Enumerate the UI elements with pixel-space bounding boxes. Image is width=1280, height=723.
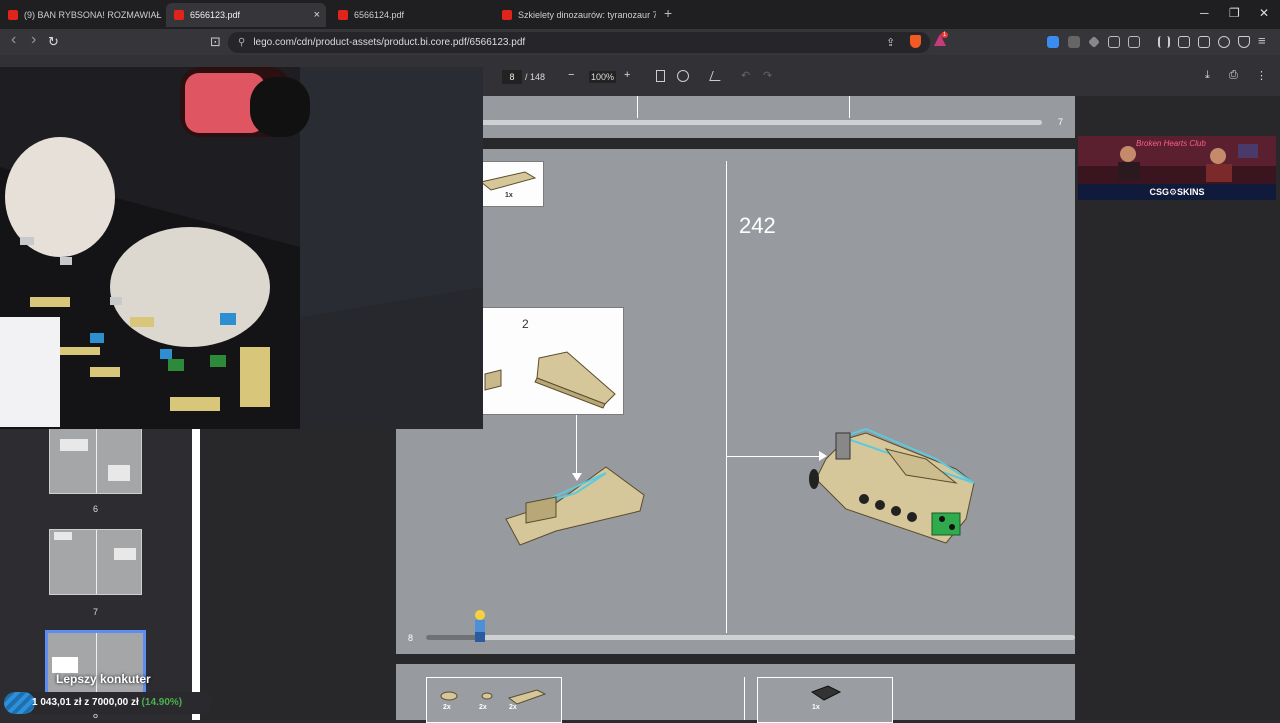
extension-icon[interactable] bbox=[1068, 36, 1080, 48]
lego-icon bbox=[174, 10, 184, 20]
url-bar[interactable]: ⚲ lego.com/cdn/product-assets/product.bi… bbox=[228, 32, 930, 53]
assembly-main-image bbox=[809, 427, 975, 544]
assembly-sub-image bbox=[505, 466, 645, 546]
pdf-page-8: 1x 242 2 8 bbox=[396, 149, 1075, 654]
extension-icon[interactable] bbox=[1128, 36, 1140, 48]
part-count: 1x bbox=[812, 704, 820, 711]
thumbnail-page-6[interactable] bbox=[49, 428, 142, 494]
wallet-icon[interactable] bbox=[1198, 36, 1210, 48]
rotate-icon[interactable] bbox=[677, 70, 689, 82]
thumbnail-label: 6 bbox=[92, 504, 98, 514]
page-progress-bar bbox=[426, 120, 1042, 125]
page-number-input[interactable]: 8 bbox=[502, 70, 522, 84]
lego-icon bbox=[502, 10, 512, 20]
donation-amount: 1 043,01 zł bbox=[32, 697, 82, 708]
extension-icon[interactable] bbox=[1088, 36, 1100, 48]
ad-brand: CSG⚙SKINS bbox=[1149, 186, 1205, 197]
donation-progress-fill bbox=[4, 692, 35, 714]
webcam-image bbox=[0, 67, 483, 429]
sponsor-ad[interactable]: Broken Hearts Club CSG⚙SKINS bbox=[1078, 136, 1276, 200]
tab-title: 6566124.pdf bbox=[354, 10, 405, 20]
parts-callout: 2x 2x 2x bbox=[426, 677, 562, 723]
webcam-overlay bbox=[0, 67, 483, 429]
donation-title: Lepszy konkuter bbox=[56, 672, 151, 686]
tab-title: 6566123.pdf bbox=[190, 10, 241, 20]
music-icon[interactable] bbox=[1158, 36, 1170, 48]
donation-goal-bar: 1 043,01 zł z 7000,00 zł (14.90%) bbox=[4, 692, 212, 714]
tab-title: (9) BAN RYBSONA! ROZMAWIAŁ Z D bbox=[24, 10, 164, 20]
tab-youtube[interactable]: (9) BAN RYBSONA! ROZMAWIAŁ Z D bbox=[0, 3, 164, 27]
minifigure-image bbox=[475, 610, 485, 642]
youtube-icon bbox=[8, 10, 18, 20]
parts-count: 1x bbox=[505, 192, 513, 199]
tan-plate-part bbox=[479, 171, 537, 191]
back-button[interactable]: ‹ bbox=[11, 31, 16, 49]
substep-box: 2 bbox=[476, 307, 624, 415]
tab-bar: (9) BAN RYBSONA! ROZMAWIAŁ Z D 6566123.p… bbox=[0, 0, 1280, 29]
close-window-button[interactable]: ✕ bbox=[1259, 6, 1269, 20]
step-number: 242 bbox=[739, 213, 776, 238]
tab-dinosaur[interactable]: Szkielety dinozaurów: tyranozaur 769 bbox=[494, 3, 656, 27]
thumbnail-page-7[interactable] bbox=[49, 529, 142, 595]
lego-icon bbox=[338, 10, 348, 20]
reload-button[interactable]: ↻ bbox=[48, 34, 59, 50]
page-number: 8 bbox=[408, 633, 414, 643]
substep-part-image bbox=[484, 351, 616, 409]
zoom-out-button[interactable]: − bbox=[568, 69, 574, 81]
part-count: 2x bbox=[509, 704, 517, 711]
page-progress-bar bbox=[426, 635, 1075, 640]
ad-banner: CSG⚙SKINS bbox=[1078, 184, 1276, 200]
bookmark-icon[interactable]: ⊡ bbox=[210, 34, 221, 50]
page-number: 7 bbox=[1058, 117, 1064, 127]
puzzle-icon[interactable] bbox=[1108, 36, 1120, 48]
zoom-level[interactable]: 100% bbox=[589, 71, 617, 83]
dark-plate-part bbox=[810, 685, 842, 701]
brave-shield-icon[interactable] bbox=[910, 35, 921, 48]
maximize-button[interactable]: ❐ bbox=[1229, 6, 1240, 20]
zoom-in-button[interactable]: + bbox=[624, 69, 630, 81]
thumbnail-label: 7 bbox=[92, 607, 98, 617]
tab-pdf-6566123[interactable]: 6566123.pdf × bbox=[166, 3, 326, 27]
tab-pdf-6566124[interactable]: 6566124.pdf bbox=[330, 3, 490, 27]
site-info-icon[interactable]: ⚲ bbox=[238, 37, 245, 48]
sidebar-icon[interactable] bbox=[1178, 36, 1190, 48]
donation-text: 1 043,01 zł z 7000,00 zł (14.90%) bbox=[32, 697, 182, 708]
translate-extension-icon[interactable] bbox=[1047, 36, 1059, 48]
menu-icon[interactable]: ≡ bbox=[1258, 33, 1266, 48]
donation-goal: 7000,00 zł bbox=[92, 697, 139, 708]
ad-sign: Broken Hearts Club bbox=[1136, 139, 1206, 148]
part-count: 2x bbox=[479, 704, 487, 711]
pdf-page-7: 7 bbox=[396, 96, 1075, 138]
new-tab-button[interactable]: + bbox=[664, 5, 672, 21]
redo-button[interactable]: ↷ bbox=[763, 69, 772, 82]
notification-badge: 1 bbox=[941, 32, 949, 38]
forward-button[interactable]: › bbox=[31, 31, 36, 49]
donation-percent: (14.90%) bbox=[141, 697, 183, 708]
donation-of: z bbox=[84, 697, 90, 708]
close-tab-icon[interactable]: × bbox=[314, 9, 320, 21]
leo-ai-icon[interactable] bbox=[1218, 36, 1230, 48]
minimize-button[interactable]: ─ bbox=[1200, 6, 1209, 20]
address-toolbar: ‹ › ↻ ⊡ ⚲ lego.com/cdn/product-assets/pr… bbox=[0, 29, 1280, 55]
more-options-button[interactable]: ⋮ bbox=[1256, 69, 1267, 82]
page-total: / 148 bbox=[525, 72, 546, 82]
undo-button[interactable]: ↶ bbox=[741, 69, 750, 82]
url-text: lego.com/cdn/product-assets/product.bi.c… bbox=[253, 37, 526, 48]
fit-page-icon[interactable] bbox=[656, 70, 665, 82]
print-button[interactable]: ⎙ bbox=[1229, 69, 1238, 82]
parts-callout: 1x bbox=[757, 677, 893, 723]
parts-callout: 1x bbox=[476, 161, 544, 207]
download-button[interactable]: ⤓ bbox=[1205, 69, 1210, 82]
tab-title: Szkielety dinozaurów: tyranozaur 769 bbox=[518, 10, 656, 20]
thumbnail-page-8-selected[interactable] bbox=[45, 630, 146, 700]
vpn-icon[interactable] bbox=[1238, 36, 1250, 48]
pdf-page-9: 2x 2x 2x 1x bbox=[396, 664, 1075, 723]
part-count: 2x bbox=[443, 704, 451, 711]
share-icon[interactable]: ⇪ bbox=[886, 36, 895, 49]
